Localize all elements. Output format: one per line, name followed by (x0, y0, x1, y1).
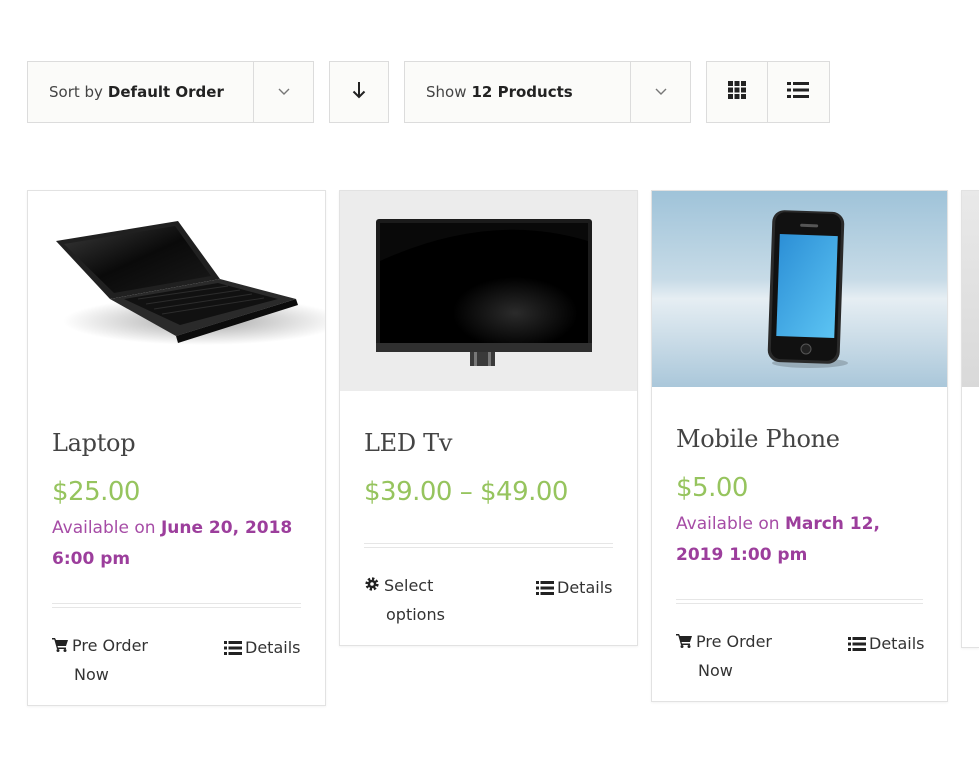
show-count-select[interactable]: Show 12 Products (404, 61, 691, 123)
list-view-button[interactable] (767, 62, 828, 122)
chevron-down-icon[interactable] (253, 62, 313, 122)
product-price: $5.00 (676, 473, 748, 503)
arrow-down-icon (352, 81, 366, 103)
grid-view-icon (728, 81, 746, 103)
divider (52, 603, 301, 608)
product-card-led-tv: LED Tv $39.00 – $49.00 Select options De… (339, 190, 638, 646)
cart-icon (52, 633, 68, 661)
product-price: $25.00 (52, 477, 140, 507)
cart-icon (676, 629, 692, 657)
product-image-partial[interactable] (962, 191, 979, 387)
product-title[interactable]: LED Tv (364, 429, 452, 457)
gear-icon (364, 573, 380, 601)
divider (676, 599, 923, 604)
product-card-laptop: Laptop $25.00 Available on June 20, 2018… (27, 190, 343, 706)
view-toggle (706, 61, 830, 123)
select-options-button[interactable]: Select options (364, 572, 445, 629)
laptop-image[interactable] (28, 191, 343, 391)
pre-order-button[interactable]: Pre Order Now (676, 628, 772, 685)
details-link[interactable]: Details (848, 634, 924, 655)
product-card-partial (961, 190, 979, 648)
mobile-phone-image[interactable] (652, 191, 947, 387)
list-view-icon (787, 81, 809, 103)
pre-order-button[interactable]: Pre Order Now (52, 632, 148, 689)
list-icon (224, 640, 242, 659)
sort-select[interactable]: Sort by Default Order (27, 61, 314, 123)
product-price: $39.00 – $49.00 (364, 477, 568, 507)
list-icon (848, 636, 866, 655)
divider (364, 543, 613, 548)
sort-label: Sort by Default Order (49, 83, 224, 101)
product-title[interactable]: Laptop (52, 429, 136, 457)
details-link[interactable]: Details (536, 578, 612, 599)
availability-text: Available on June 20, 2018 6:00 pm (52, 518, 293, 569)
grid-view-button[interactable] (707, 62, 767, 122)
details-link[interactable]: Details (224, 638, 300, 659)
list-icon (536, 580, 554, 599)
availability-text: Available on March 12, 2019 1:00 pm (676, 514, 880, 565)
sort-direction-button[interactable] (329, 61, 389, 123)
led-tv-image[interactable] (340, 191, 637, 391)
product-card-mobile-phone: Mobile Phone $5.00 Available on March 12… (651, 190, 948, 702)
product-title[interactable]: Mobile Phone (676, 425, 840, 453)
chevron-down-icon[interactable] (630, 62, 690, 122)
show-count-label: Show 12 Products (426, 83, 573, 101)
